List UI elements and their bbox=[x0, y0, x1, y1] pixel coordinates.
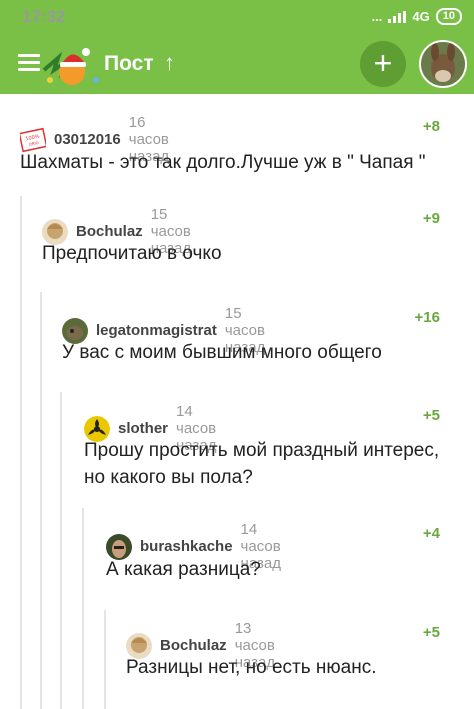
page-title: Пост bbox=[104, 52, 154, 75]
network-type: 4G bbox=[412, 9, 430, 24]
festive-logo-icon bbox=[42, 48, 99, 85]
add-post-button[interactable]: + bbox=[360, 41, 406, 87]
thread-line-5[interactable] bbox=[104, 610, 106, 709]
status-bar: 17:32 ... 4G 10 bbox=[0, 0, 474, 32]
comment-author[interactable]: burashkache bbox=[140, 538, 233, 555]
comment-text: У вас с моим бывшим много общего bbox=[62, 342, 382, 363]
battery-level: 10 bbox=[442, 10, 455, 22]
status-dots: ... bbox=[371, 9, 383, 24]
comment-author[interactable]: Bochulaz bbox=[160, 637, 227, 654]
comment-author[interactable]: 03012016 bbox=[54, 131, 121, 148]
comment-author[interactable]: Bochulaz bbox=[76, 223, 143, 240]
status-time: 17:32 bbox=[22, 7, 66, 26]
comment-author[interactable]: legatonmagistrat bbox=[96, 322, 217, 339]
comment-rating[interactable]: +9 bbox=[400, 210, 440, 227]
comment-text: Разницы нет, но есть нюанс. bbox=[126, 657, 377, 678]
comment-rating[interactable]: +5 bbox=[400, 624, 440, 641]
thread-line-2[interactable] bbox=[40, 292, 42, 709]
comment-rating[interactable]: +4 bbox=[400, 525, 440, 542]
comment-text: Шахматы - это так долго.Лучше уж в " Чап… bbox=[20, 152, 426, 173]
comment-author[interactable]: slother bbox=[118, 420, 168, 437]
comment-text: А какая разница? bbox=[106, 559, 261, 580]
comment-rating[interactable]: +5 bbox=[400, 407, 440, 424]
app-bar: Пост ↑ + bbox=[0, 32, 474, 94]
thread-line-1[interactable] bbox=[20, 196, 22, 709]
status-icons: ... 4G 10 bbox=[372, 8, 462, 25]
comment-rating[interactable]: +16 bbox=[400, 309, 440, 326]
signal-icon bbox=[388, 10, 407, 23]
user-avatar[interactable] bbox=[419, 40, 467, 88]
thread-line-3[interactable] bbox=[60, 392, 62, 709]
comment-rating[interactable]: +8 bbox=[400, 118, 440, 135]
donkey-avatar-icon bbox=[421, 42, 465, 86]
arrow-up-icon[interactable]: ↑ bbox=[164, 50, 175, 76]
battery-icon: 10 bbox=[435, 8, 462, 25]
thread-line-4[interactable] bbox=[82, 508, 84, 709]
comment-text: Предпочитаю в очко bbox=[42, 243, 222, 264]
menu-icon[interactable] bbox=[18, 54, 40, 72]
comment-text: Прошу простить мой праздный интерес, но … bbox=[84, 440, 440, 488]
